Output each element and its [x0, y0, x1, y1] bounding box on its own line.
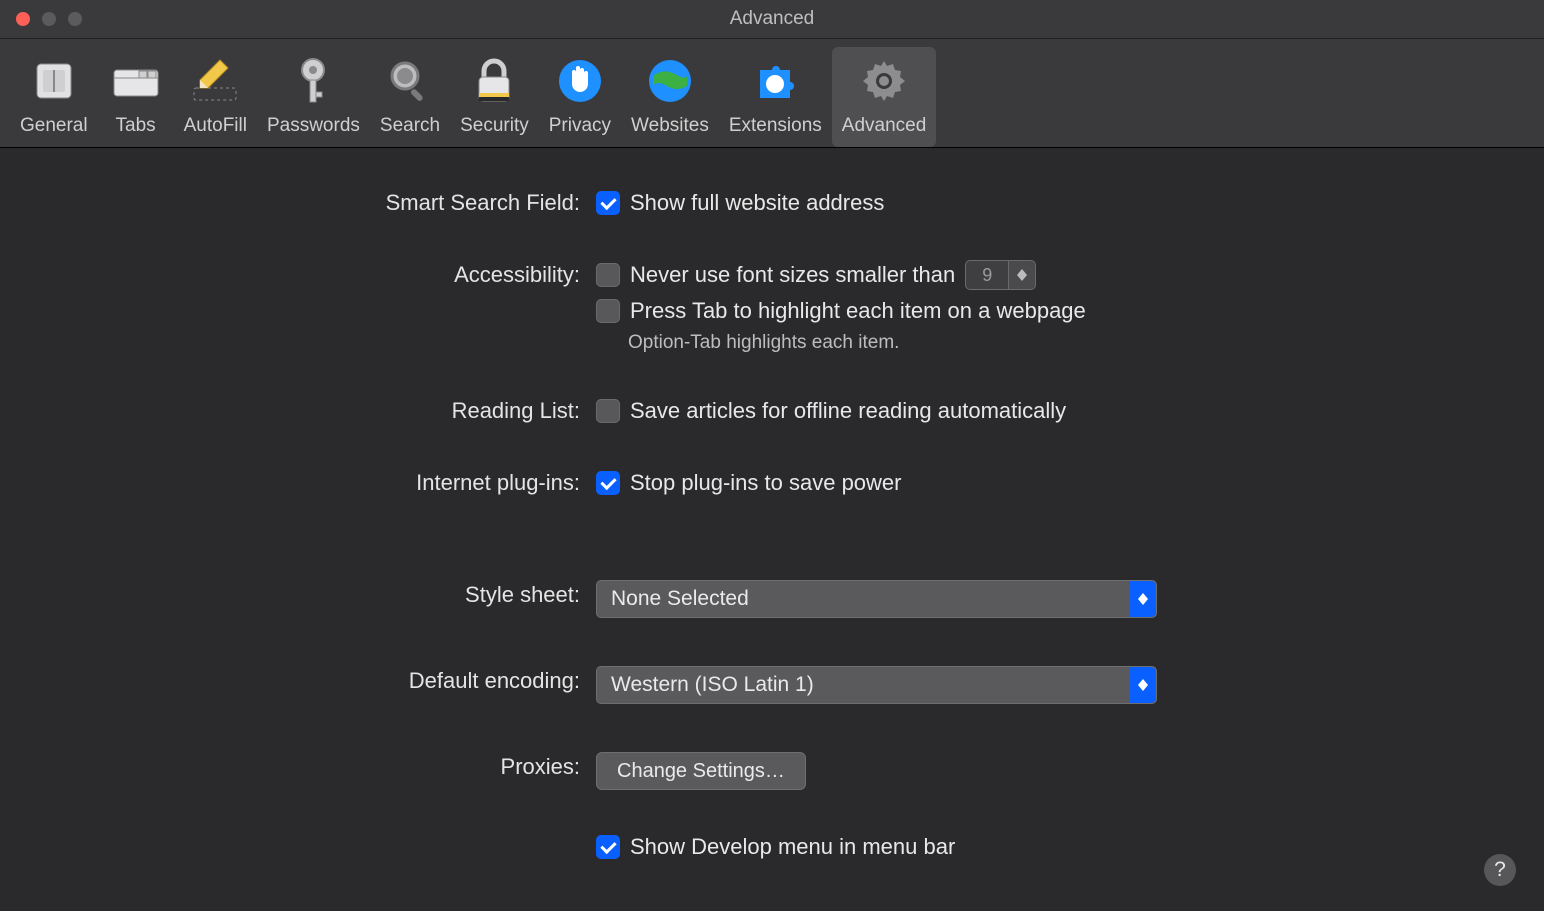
plugins-label: Internet plug-ins:: [40, 468, 596, 498]
window-title: Advanced: [730, 8, 815, 30]
change-settings-label: Change Settings…: [617, 760, 785, 783]
press-tab-label: Press Tab to highlight each item on a we…: [630, 296, 1086, 326]
save-offline-label: Save articles for offline reading automa…: [630, 396, 1066, 426]
change-settings-button[interactable]: Change Settings…: [596, 752, 806, 790]
close-window-button[interactable]: [16, 12, 30, 26]
tab-security[interactable]: Security: [450, 47, 539, 147]
style-sheet-value: None Selected: [611, 587, 749, 611]
stepper-arrows-icon: [1008, 261, 1035, 289]
tab-tabs[interactable]: Tabs: [98, 47, 174, 147]
tab-advanced[interactable]: Advanced: [832, 47, 937, 147]
stop-plugins-label: Stop plug-ins to save power: [630, 468, 902, 498]
show-develop-menu-checkbox[interactable]: [596, 835, 620, 859]
style-sheet-label: Style sheet:: [40, 580, 596, 610]
zoom-window-button[interactable]: [68, 12, 82, 26]
option-tab-hint: Option-Tab highlights each item.: [628, 332, 1086, 354]
preferences-content: Smart Search Field: Show full website ad…: [0, 148, 1544, 911]
tab-label: Extensions: [729, 115, 822, 137]
puzzle-compass-icon: [747, 53, 803, 109]
tab-label: General: [20, 115, 88, 137]
tab-passwords[interactable]: Passwords: [257, 47, 370, 147]
accessibility-label: Accessibility:: [40, 260, 596, 290]
tab-label: Privacy: [549, 115, 611, 137]
popup-arrows-icon: [1130, 581, 1156, 617]
tab-label: Advanced: [842, 115, 927, 137]
reading-list-label: Reading List:: [40, 396, 596, 426]
tab-label: Security: [460, 115, 529, 137]
stop-plugins-checkbox[interactable]: [596, 471, 620, 495]
tab-label: Websites: [631, 115, 709, 137]
show-develop-menu-label: Show Develop menu in menu bar: [630, 832, 955, 862]
save-offline-checkbox[interactable]: [596, 399, 620, 423]
tab-websites[interactable]: Websites: [621, 47, 719, 147]
style-sheet-popup[interactable]: None Selected: [596, 580, 1157, 618]
tab-label: Passwords: [267, 115, 360, 137]
title-bar: Advanced: [0, 0, 1544, 39]
show-full-address-checkbox[interactable]: [596, 191, 620, 215]
smart-search-label: Smart Search Field:: [40, 188, 596, 218]
pencil-form-icon: [187, 53, 243, 109]
never-smaller-checkbox[interactable]: [596, 263, 620, 287]
tab-privacy[interactable]: Privacy: [539, 47, 621, 147]
switch-icon: [26, 53, 82, 109]
help-label: ?: [1494, 858, 1506, 882]
key-icon: [285, 53, 341, 109]
press-tab-checkbox[interactable]: [596, 299, 620, 323]
default-encoding-popup[interactable]: Western (ISO Latin 1): [596, 666, 1157, 704]
tab-extensions[interactable]: Extensions: [719, 47, 832, 147]
font-size-value: 9: [966, 260, 1008, 290]
tabs-icon: [108, 53, 164, 109]
tab-label: AutoFill: [184, 115, 247, 137]
minimize-window-button[interactable]: [42, 12, 56, 26]
tab-label: Tabs: [116, 115, 156, 137]
tab-general[interactable]: General: [10, 47, 98, 147]
preferences-toolbar: General Tabs AutoFill Passwords Search S…: [0, 39, 1544, 148]
font-size-stepper[interactable]: 9: [965, 260, 1036, 290]
default-encoding-label: Default encoding:: [40, 666, 596, 696]
window-controls: [16, 12, 82, 26]
lock-icon: [466, 53, 522, 109]
help-button[interactable]: ?: [1484, 854, 1516, 886]
show-full-address-label: Show full website address: [630, 188, 884, 218]
popup-arrows-icon: [1130, 667, 1156, 703]
proxies-label: Proxies:: [40, 752, 596, 782]
magnifier-icon: [382, 53, 438, 109]
hand-icon: [552, 53, 608, 109]
default-encoding-value: Western (ISO Latin 1): [611, 673, 814, 697]
never-smaller-label: Never use font sizes smaller than: [630, 260, 955, 290]
gear-icon: [856, 53, 912, 109]
tab-search[interactable]: Search: [370, 47, 450, 147]
tab-autofill[interactable]: AutoFill: [174, 47, 257, 147]
globe-icon: [642, 53, 698, 109]
tab-label: Search: [380, 115, 440, 137]
